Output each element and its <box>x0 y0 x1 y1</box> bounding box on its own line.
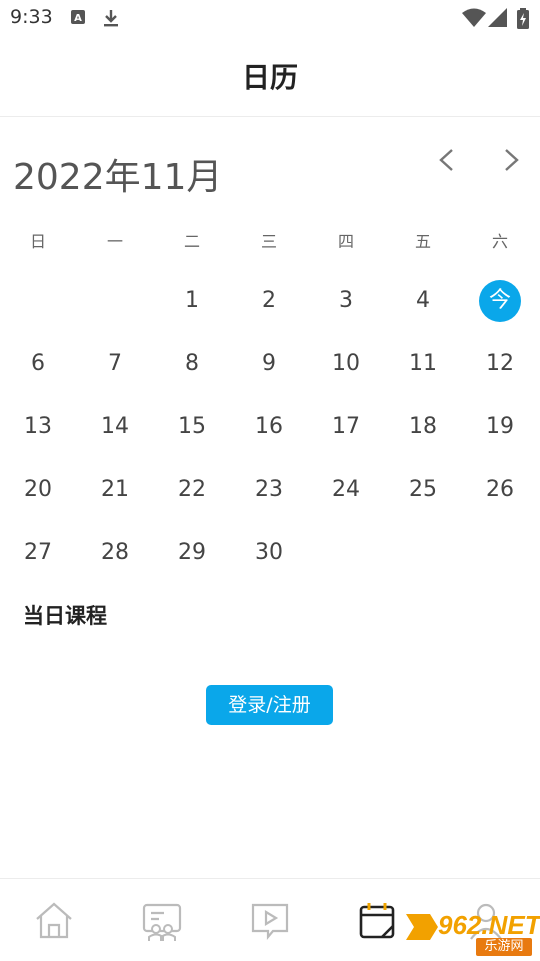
weekday-label: 日 <box>29 232 46 251</box>
section-title-courses: 当日课程 <box>23 604 107 628</box>
weekday-row: 日一二三四五六 <box>0 228 540 252</box>
calendar-day[interactable]: 14 <box>85 405 145 449</box>
class-icon <box>142 903 182 941</box>
calendar-day[interactable]: 23 <box>239 468 299 512</box>
svg-text:A: A <box>74 13 82 24</box>
weekday-label: 六 <box>491 232 508 251</box>
calendar-day[interactable]: 13 <box>8 405 68 449</box>
weekday-label: 五 <box>414 232 431 251</box>
watermark-sub: 乐游网 <box>476 938 532 956</box>
nav-home[interactable] <box>32 899 76 943</box>
status-bar: 9:33 A <box>0 0 540 36</box>
next-month-button[interactable] <box>494 144 530 180</box>
signal-icon <box>488 8 508 32</box>
calendar-day[interactable]: 6 <box>8 342 68 386</box>
calendar-day[interactable]: 20 <box>8 468 68 512</box>
month-title: 2022年11月 <box>13 157 223 198</box>
chevron-right-icon <box>505 149 519 171</box>
calendar-day[interactable]: 29 <box>162 531 222 575</box>
home-icon <box>36 902 72 939</box>
calendar-day[interactable]: 12 <box>470 342 530 386</box>
weekday-label: 一 <box>106 232 123 251</box>
wifi-icon <box>462 8 486 32</box>
calendar-icon <box>359 903 395 939</box>
calendar-day[interactable]: 2 <box>239 279 299 323</box>
chevron-left-icon <box>439 149 453 171</box>
status-time: 9:33 <box>10 6 53 28</box>
prev-month-button[interactable] <box>430 144 466 180</box>
nav-class[interactable] <box>140 899 184 943</box>
calendar-day[interactable]: 7 <box>85 342 145 386</box>
calendar-day[interactable]: 4 <box>393 279 453 323</box>
watermark: 962.NET 乐游网 <box>400 908 540 956</box>
calendar-day[interactable]: 25 <box>393 468 453 512</box>
watermark-logo-icon <box>406 914 438 940</box>
weekday-label: 三 <box>260 232 277 251</box>
calendar-day[interactable]: 21 <box>85 468 145 512</box>
calendar-day[interactable]: 8 <box>162 342 222 386</box>
app-header: 日历 <box>0 36 540 117</box>
a-badge-icon: A <box>70 8 86 30</box>
calendar-day[interactable]: 1 <box>162 279 222 323</box>
download-icon <box>102 8 120 32</box>
calendar-day[interactable]: 30 <box>239 531 299 575</box>
calendar-day[interactable]: 26 <box>470 468 530 512</box>
battery-icon <box>516 8 530 34</box>
page-title: 日历 <box>241 61 298 94</box>
calendar-day[interactable]: 27 <box>8 531 68 575</box>
calendar-day-today[interactable]: 今 <box>479 280 521 322</box>
calendar-day[interactable]: 18 <box>393 405 453 449</box>
calendar-day[interactable]: 24 <box>316 468 376 512</box>
calendar-day[interactable]: 3 <box>316 279 376 323</box>
nav-calendar[interactable] <box>356 899 400 943</box>
calendar-day[interactable]: 16 <box>239 405 299 449</box>
calendar-day[interactable]: 28 <box>85 531 145 575</box>
calendar-day[interactable]: 15 <box>162 405 222 449</box>
video-icon <box>251 903 289 941</box>
nav-video[interactable] <box>248 899 292 943</box>
calendar-day[interactable]: 19 <box>470 405 530 449</box>
login-register-button[interactable]: 登录/注册 <box>206 685 333 725</box>
watermark-brand: 962.NET <box>438 910 540 940</box>
weekday-label: 二 <box>183 232 200 251</box>
calendar-day[interactable]: 17 <box>316 405 376 449</box>
calendar-day[interactable]: 10 <box>316 342 376 386</box>
calendar-day[interactable]: 22 <box>162 468 222 512</box>
weekday-label: 四 <box>337 232 354 251</box>
calendar-day[interactable]: 11 <box>393 342 453 386</box>
calendar-day[interactable]: 9 <box>239 342 299 386</box>
